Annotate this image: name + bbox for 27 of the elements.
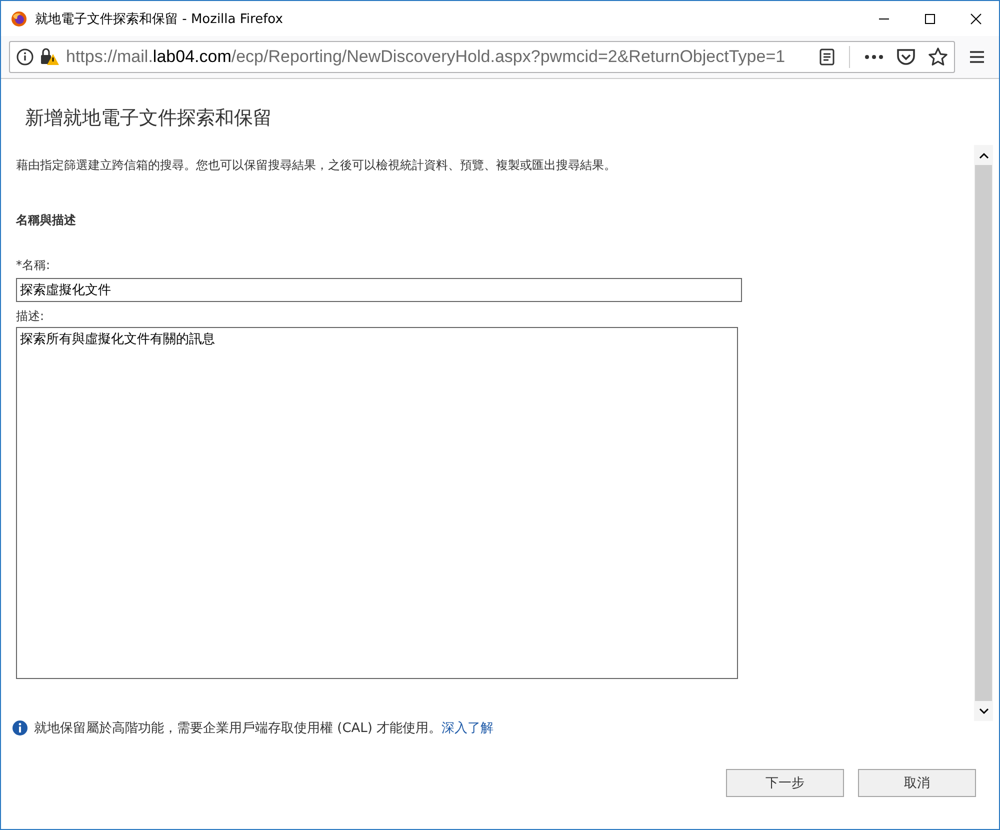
- reader-view-icon[interactable]: [819, 48, 835, 66]
- more-icon[interactable]: [864, 54, 884, 60]
- next-button[interactable]: 下一步: [726, 769, 844, 797]
- info-icon: [12, 720, 28, 736]
- name-label: *名稱:: [16, 257, 52, 274]
- address-bar[interactable]: https://mail.lab04.com/ecp/Reporting/NewDiscoveryHold.aspx?pwmcid=2&ReturnObjectType=1: [9, 41, 955, 73]
- info-icon[interactable]: [16, 48, 34, 66]
- cancel-button[interactable]: 取消: [858, 769, 976, 797]
- learn-more-link[interactable]: 深入了解: [442, 721, 494, 736]
- description-label: 描述:: [16, 308, 46, 325]
- scroll-up-icon[interactable]: [978, 152, 988, 158]
- description-field[interactable]: 探索所有與虛擬化文件有關的訊息: [16, 327, 738, 679]
- scroll-down-icon[interactable]: [978, 708, 988, 714]
- star-icon[interactable]: [928, 47, 948, 67]
- intro-text: 藉由指定篩選建立跨信箱的搜尋。您也可以保留搜尋結果，之後可以檢視統計資料、預覽、複製或匯出搜尋結果。: [16, 157, 617, 174]
- lock-warning-icon[interactable]: [40, 48, 60, 66]
- close-icon[interactable]: [970, 12, 982, 24]
- window-title: 就地電子文件探索和保留 - Mozilla Firefox: [35, 10, 284, 28]
- section-heading: 名稱與描述: [16, 212, 77, 229]
- scrollbar[interactable]: [974, 145, 993, 721]
- maximize-icon[interactable]: [924, 12, 936, 24]
- browser-logo-icon: [11, 10, 27, 26]
- notice-text: 就地保留屬於高階功能，需要企業用戶端存取使用權 (CAL) 才能使用。深入了解: [34, 720, 494, 737]
- page-title: 新增就地電子文件探索和保留: [25, 107, 272, 129]
- menu-icon[interactable]: [969, 50, 985, 64]
- name-field[interactable]: 探索虛擬化文件: [16, 278, 742, 302]
- pocket-icon[interactable]: [896, 48, 916, 66]
